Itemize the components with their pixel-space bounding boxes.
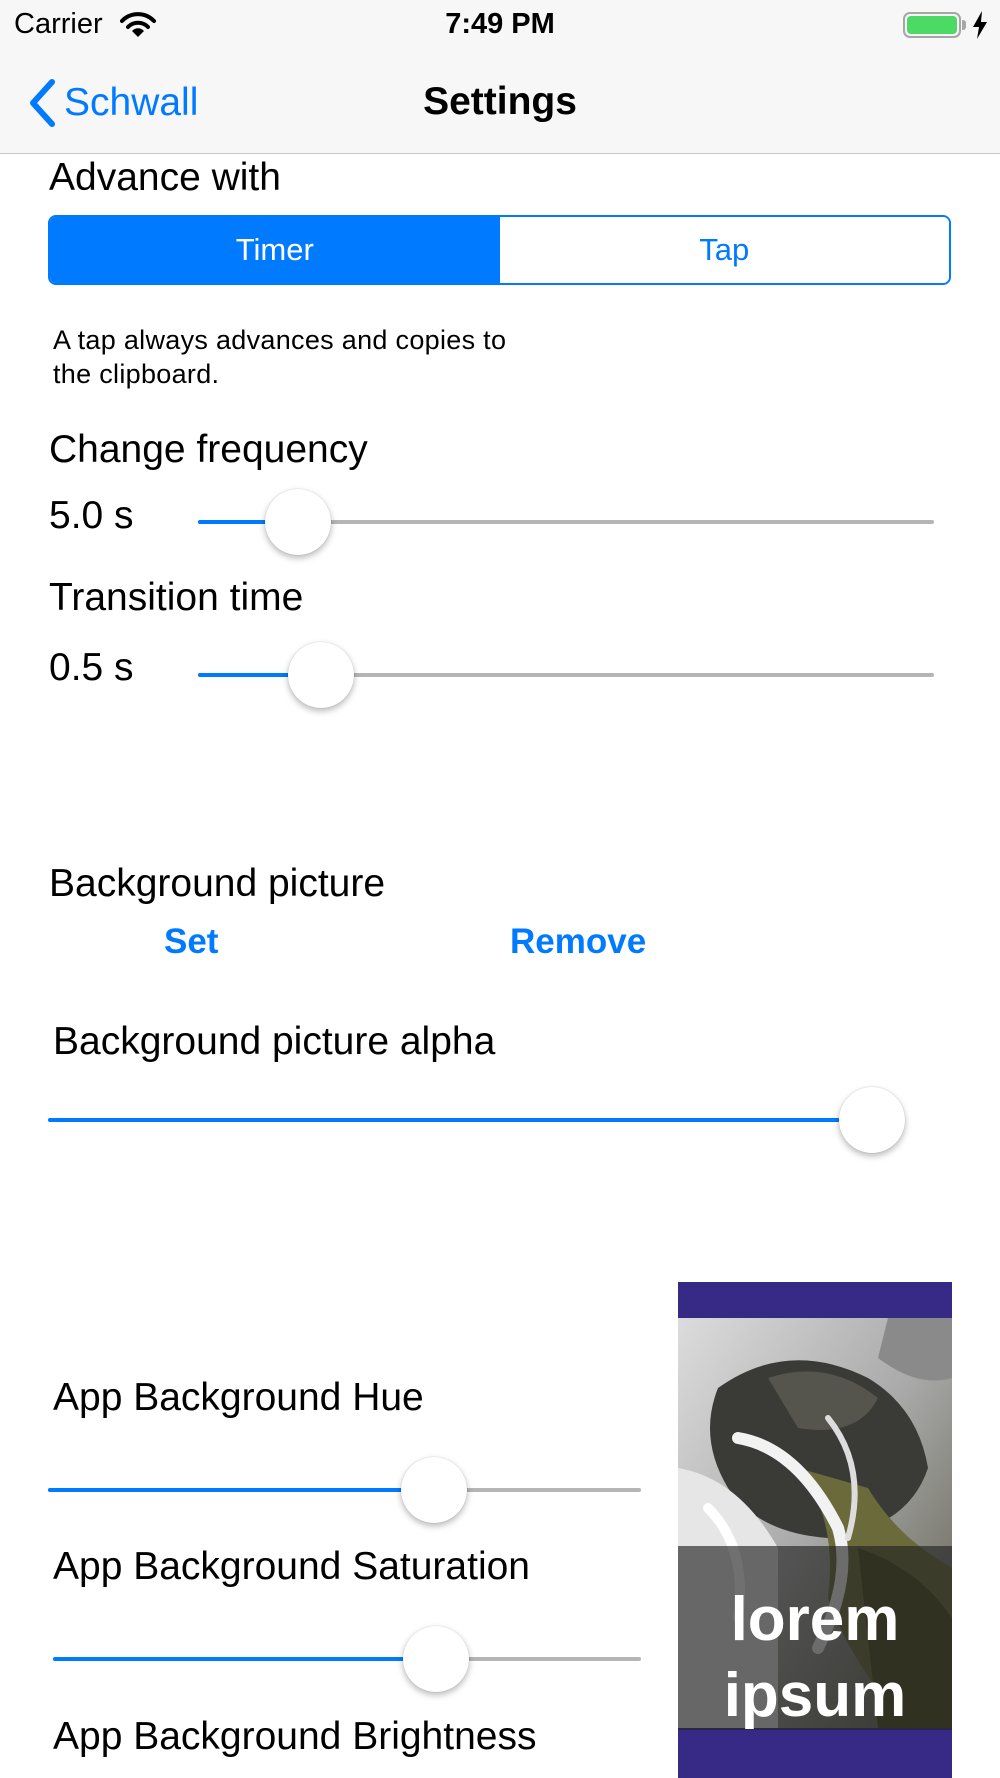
status-time: 7:49 PM (445, 8, 555, 40)
change-frequency-label: Change frequency (49, 428, 368, 471)
app-background-saturation-label: App Background Saturation (53, 1545, 530, 1588)
set-background-button[interactable]: Set (164, 922, 218, 962)
background-picture-label: Background picture (49, 862, 386, 905)
advance-with-label: Advance with (49, 156, 281, 199)
charging-bolt-icon (973, 11, 987, 39)
slider-thumb[interactable] (265, 489, 331, 555)
remove-background-button[interactable]: Remove (510, 922, 646, 962)
app-background-hue-label: App Background Hue (53, 1376, 424, 1419)
page-title: Settings (423, 80, 577, 123)
preview-line-1: lorem (730, 1585, 900, 1654)
segment-tap[interactable]: Tap (499, 217, 949, 283)
status-bar: Carrier 7:49 PM (0, 0, 1000, 50)
advance-mode-segmented-control[interactable]: Timer Tap (48, 215, 951, 285)
segment-timer[interactable]: Timer (50, 217, 500, 283)
battery-icon (903, 12, 961, 38)
change-frequency-value: 5.0 s (49, 494, 134, 537)
slider-thumb[interactable] (288, 642, 355, 708)
battery-tip (962, 20, 966, 30)
slider-thumb[interactable] (402, 1626, 469, 1692)
slider-thumb[interactable] (839, 1087, 905, 1153)
background-preview: lorem ipsum (678, 1282, 952, 1778)
app-background-brightness-label: App Background Brightness (53, 1715, 537, 1758)
preview-sample-text: lorem ipsum (678, 1582, 952, 1734)
advance-note-line-1: A tap always advances and copies to (53, 325, 507, 355)
transition-time-label: Transition time (49, 576, 304, 619)
slider-fill (48, 1488, 435, 1492)
advance-note: A tap always advances and copies to the … (53, 323, 506, 391)
slider-thumb[interactable] (401, 1457, 468, 1523)
background-alpha-label: Background picture alpha (53, 1020, 496, 1063)
advance-note-line-2: the clipboard. (53, 359, 220, 389)
slider-fill (53, 1657, 436, 1661)
preview-line-2: ipsum (723, 1661, 907, 1730)
slider-fill (48, 1118, 872, 1122)
transition-time-value: 0.5 s (49, 646, 134, 689)
